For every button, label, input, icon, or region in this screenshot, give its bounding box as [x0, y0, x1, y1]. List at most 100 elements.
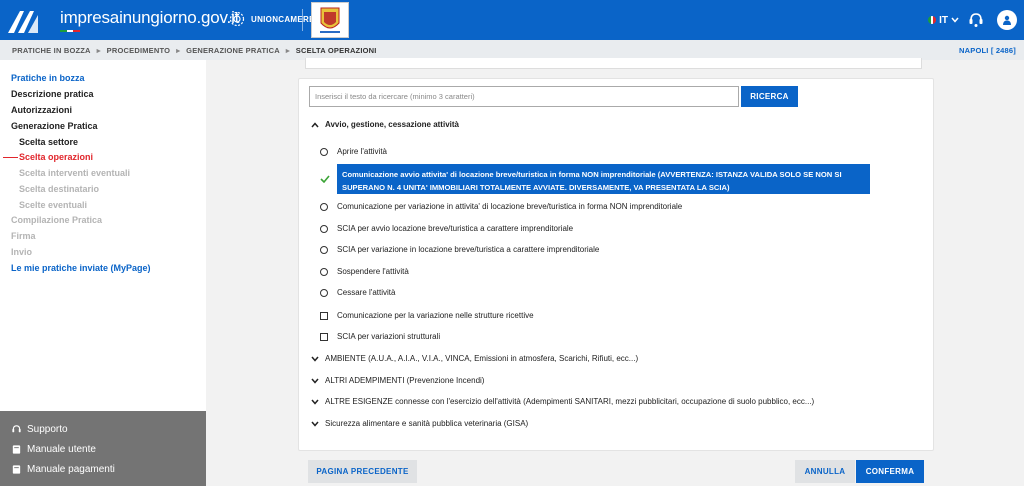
support-label: Supporto: [27, 424, 68, 435]
support-link[interactable]: Supporto: [11, 424, 68, 435]
unioncamere-label: UNIONCAMERE: [251, 14, 315, 24]
sidebar-item-invio: Invio: [11, 247, 33, 257]
section-header-avvio[interactable]: Avvio, gestione, cessazione attività: [310, 120, 459, 129]
header-divider: [302, 9, 303, 31]
help-desk-icon[interactable]: [967, 11, 985, 29]
payments-manual-label: Manuale pagamenti: [27, 464, 115, 475]
sidebar-item-scelta-settore[interactable]: Scelta settore: [19, 137, 78, 147]
option-variazione-non-imprenditoriale[interactable]: Comunicazione per variazione in attivita…: [320, 202, 682, 211]
chevron-down-icon: [310, 399, 320, 405]
user-manual-link[interactable]: Manuale utente: [11, 444, 96, 455]
chevron-down-icon: [951, 17, 959, 23]
previous-page-button[interactable]: PAGINA PRECEDENTE: [308, 460, 417, 483]
option-variazione-strutture[interactable]: Comunicazione per la variazione nelle st…: [320, 311, 534, 320]
section-header-altri-adempimenti[interactable]: ALTRI ADEMPIMENTI (Prevenzione Incendi): [310, 376, 484, 385]
radio-button[interactable]: [320, 224, 328, 233]
section-title: Avvio, gestione, cessazione attività: [325, 120, 459, 129]
breadcrumb-separator: ▸: [96, 45, 101, 55]
coat-of-arms-icon: [320, 7, 340, 33]
sidebar-item-compilazione-pratica: Compilazione Pratica: [11, 215, 103, 225]
top-header: impresainungiorno.gov.it UNIONCAMERE IT: [0, 0, 1024, 40]
language-selector[interactable]: IT: [928, 15, 959, 26]
radio-button[interactable]: [320, 147, 328, 156]
option-label: SCIA per avvio locazione breve/turistica…: [337, 224, 574, 233]
sidebar-item-my-page[interactable]: Le mie pratiche inviate (MyPage): [11, 263, 151, 273]
breadcrumb-separator: ▸: [285, 45, 290, 55]
radio-button[interactable]: [320, 267, 328, 276]
chevron-down-icon: [310, 421, 320, 427]
option-label: Comunicazione per la variazione nelle st…: [337, 311, 534, 320]
sidebar-item-generazione-pratica[interactable]: Generazione Pratica: [11, 121, 98, 131]
option-label-selected: Comunicazione avvio attivita' di locazio…: [337, 164, 870, 194]
support-icon: [12, 425, 21, 433]
sidebar-item-descrizione-pratica[interactable]: Descrizione pratica: [11, 89, 94, 99]
user-account-button[interactable]: [997, 10, 1017, 30]
sidebar-item-scelta-operazioni[interactable]: Scelta operazioni: [19, 152, 93, 162]
option-label: SCIA per variazione in locazione breve/t…: [337, 245, 600, 254]
sidebar-item-scelte-eventuali: Scelte eventuali: [19, 200, 88, 210]
office-label: NAPOLI [ 2486]: [959, 45, 1016, 55]
option-comunicazione-avvio-selected[interactable]: Comunicazione avvio attivita' di locazio…: [320, 164, 870, 194]
radio-button[interactable]: [320, 245, 328, 254]
sidebar-item-pratiche-in-bozza[interactable]: Pratiche in bozza: [11, 73, 85, 83]
checkbox[interactable]: [320, 311, 328, 320]
section-title: Sicurezza alimentare e sanità pubblica v…: [325, 419, 529, 428]
section-title: AMBIENTE (A.U.A., A.I.A., V.I.A., VINCA,…: [325, 354, 639, 363]
unioncamere-icon: [229, 11, 245, 27]
user-icon: [1003, 15, 1011, 25]
option-sospendere[interactable]: Sospendere l'attività: [320, 267, 409, 276]
user-manual-label: Manuale utente: [27, 444, 96, 455]
section-title: ALTRE ESIGENZE connesse con l'esercizio …: [325, 397, 815, 406]
search-button[interactable]: RICERCA: [741, 86, 798, 107]
sidebar-item-autorizzazioni[interactable]: Autorizzazioni: [11, 105, 72, 115]
breadcrumb-item[interactable]: PROCEDIMENTO: [107, 46, 171, 55]
active-indicator: [3, 157, 18, 158]
sidebar-nav: Pratiche in bozza Descrizione pratica Au…: [0, 60, 206, 486]
chevron-up-icon: [310, 121, 320, 128]
option-label: Sospendere l'attività: [337, 267, 409, 276]
payments-manual-link[interactable]: Manuale pagamenti: [11, 464, 115, 475]
option-label: SCIA per variazioni strutturali: [337, 332, 441, 341]
sidebar-item-scelta-destinatario: Scelta destinatario: [19, 184, 100, 194]
italian-flag-stripe: [60, 30, 81, 32]
breadcrumb-item[interactable]: PRATICHE IN BOZZA: [12, 46, 91, 55]
cancel-button[interactable]: ANNULLA: [795, 460, 855, 483]
search-input[interactable]: [309, 86, 739, 107]
radio-button[interactable]: [320, 288, 328, 297]
municipality-emblem: [311, 2, 349, 38]
option-scia-strutturali[interactable]: SCIA per variazioni strutturali: [320, 332, 440, 341]
sidebar-item-firma: Firma: [11, 231, 36, 241]
sidebar-footer: Supporto Manuale utente Manuale pagament…: [0, 411, 206, 486]
option-scia-variazione[interactable]: SCIA per variazione in locazione breve/t…: [320, 245, 599, 254]
check-icon: [320, 175, 330, 183]
brand-name-main: impresainungiorno: [60, 8, 197, 27]
option-label: Aprire l'attività: [337, 147, 387, 156]
breadcrumb-current: SCELTA OPERAZIONI: [295, 45, 377, 55]
radio-button[interactable]: [320, 202, 328, 211]
book-icon: [12, 445, 21, 454]
sidebar-item-scelta-interventi: Scelta interventi eventuali: [19, 168, 131, 178]
option-cessare[interactable]: Cessare l'attività: [320, 288, 395, 297]
section-header-ambiente[interactable]: AMBIENTE (A.U.A., A.I.A., V.I.A., VINCA,…: [310, 354, 638, 363]
section-title: ALTRI ADEMPIMENTI (Prevenzione Incendi): [325, 376, 485, 385]
option-aprire-attivita[interactable]: Aprire l'attività: [320, 147, 387, 156]
breadcrumb-separator: ▸: [176, 45, 181, 55]
confirm-button[interactable]: CONFERMA: [856, 460, 924, 483]
option-scia-avvio[interactable]: SCIA per avvio locazione breve/turistica…: [320, 224, 573, 233]
section-header-altre-esigenze[interactable]: ALTRE ESIGENZE connesse con l'esercizio …: [310, 397, 814, 406]
operations-panel: [298, 78, 934, 451]
option-label: Cessare l'attività: [337, 288, 396, 297]
checkbox[interactable]: [320, 332, 328, 341]
book-icon: [12, 465, 21, 474]
chevron-down-icon: [310, 378, 320, 384]
option-label: Comunicazione per variazione in attivita…: [337, 202, 683, 211]
site-logo[interactable]: [6, 5, 40, 35]
section-header-sicurezza-alimentare[interactable]: Sicurezza alimentare e sanità pubblica v…: [310, 419, 528, 428]
chevron-down-icon: [310, 356, 320, 362]
breadcrumb-item[interactable]: GENERAZIONE PRATICA: [186, 46, 280, 55]
italy-flag-icon: [928, 16, 937, 24]
breadcrumb: PRATICHE IN BOZZA ▸ PROCEDIMENTO ▸ GENER…: [0, 40, 1024, 60]
language-label: IT: [939, 14, 948, 26]
previous-panel-edge: [305, 58, 922, 69]
brand-name[interactable]: impresainungiorno.gov.it: [60, 8, 239, 28]
